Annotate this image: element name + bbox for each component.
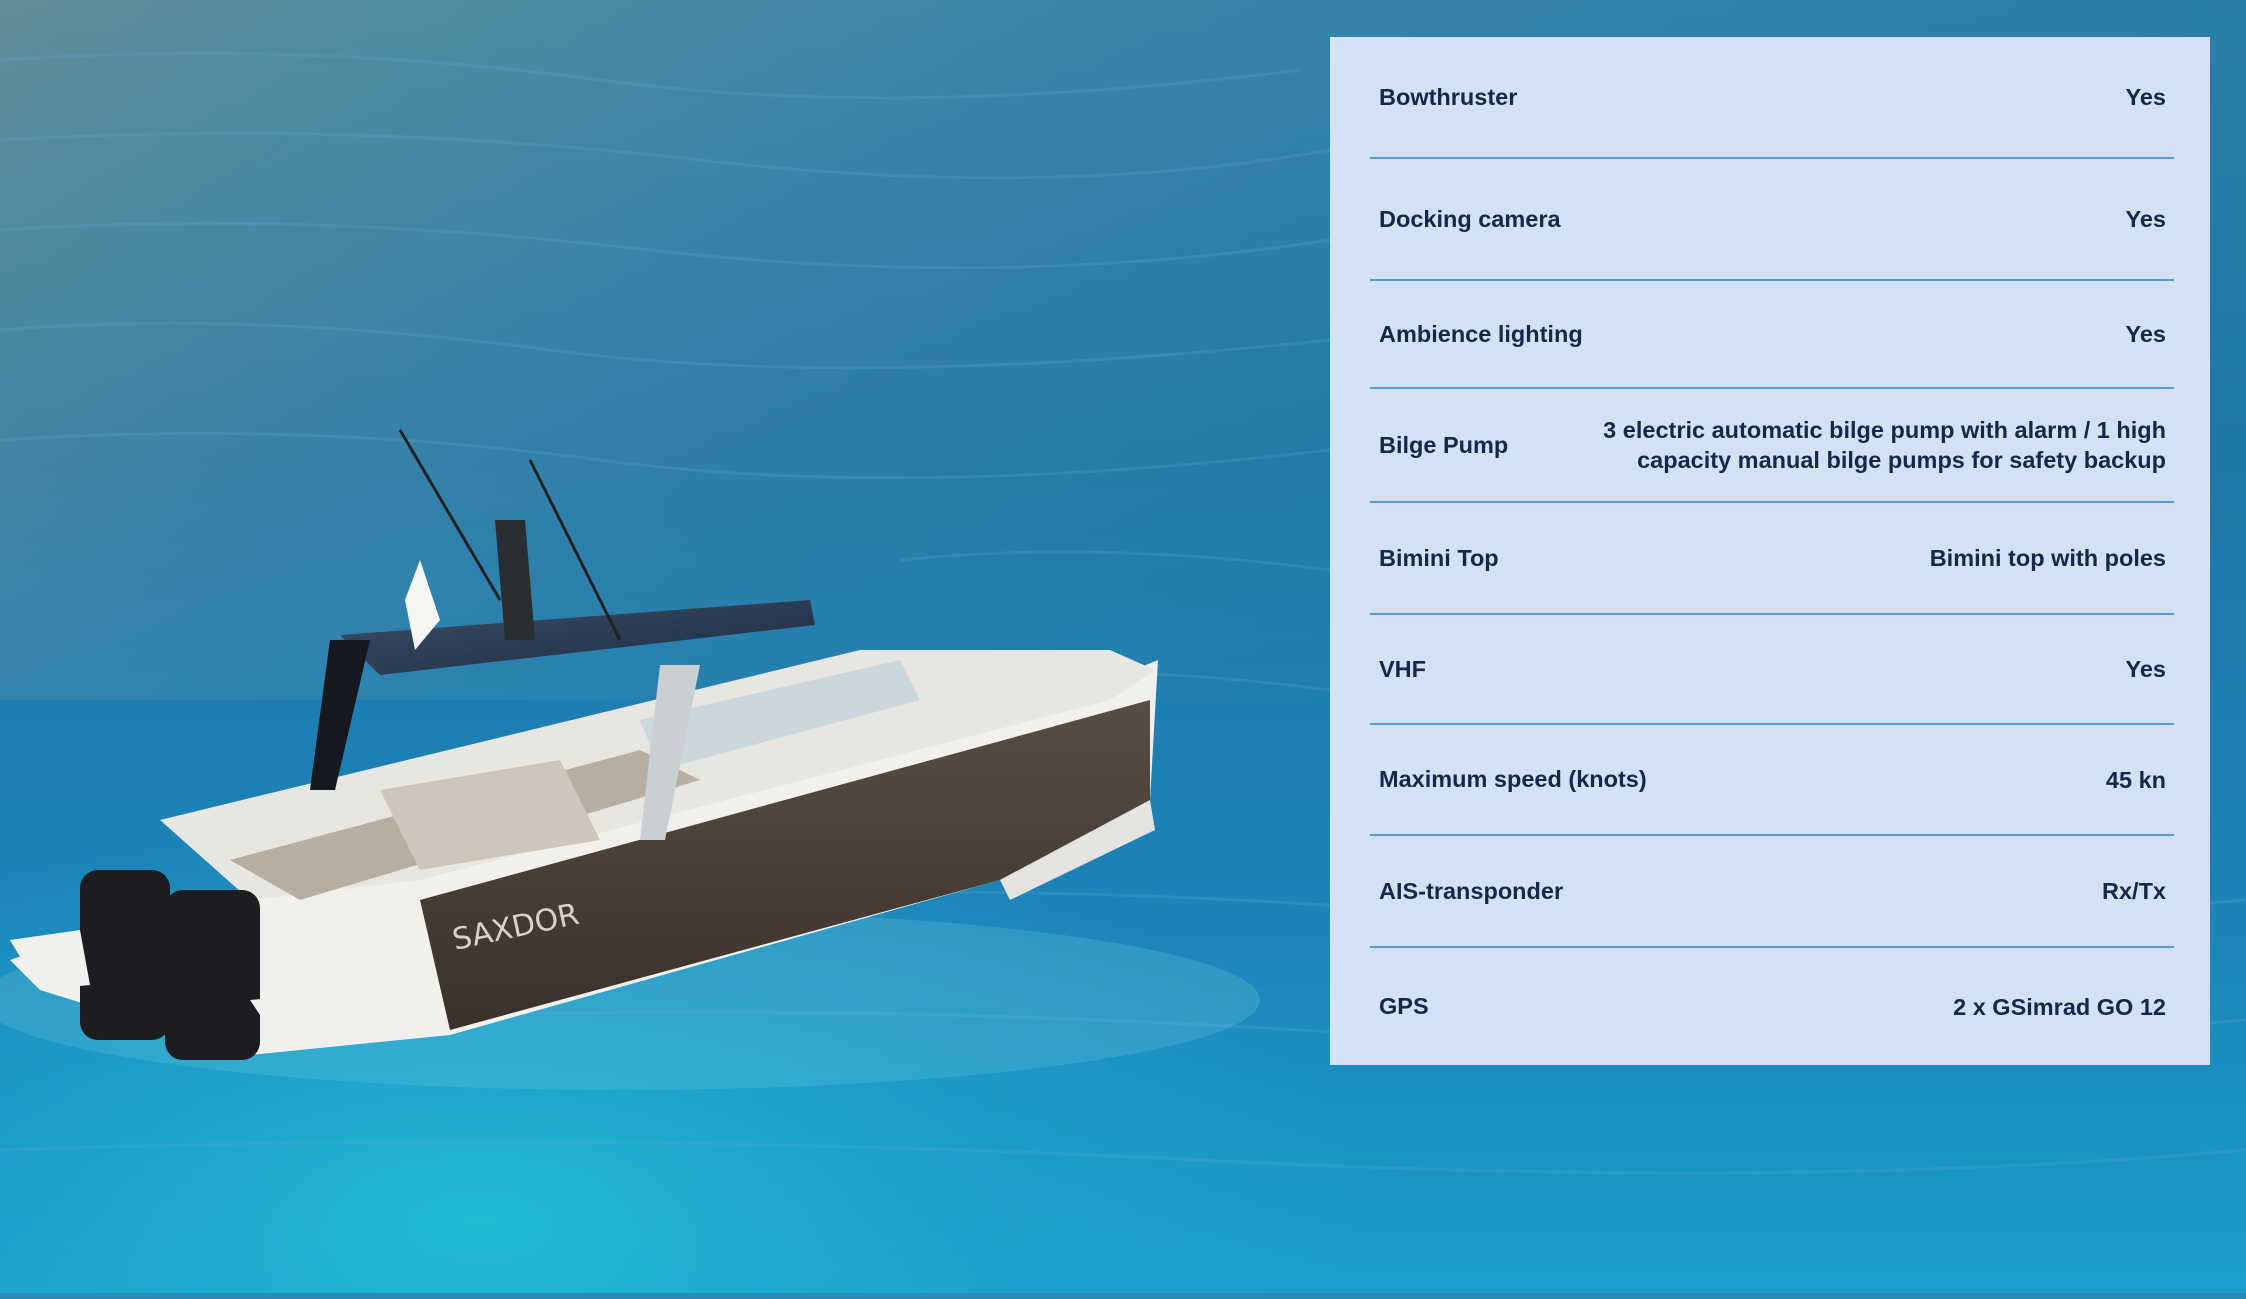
spec-value: Yes <box>2125 84 2166 110</box>
spec-label: Docking camera <box>1379 205 1561 232</box>
spec-row: VHF Yes <box>1370 615 2174 725</box>
spec-label: Maximum speed (knots) <box>1379 766 1647 792</box>
spec-label: Bimini Top <box>1379 544 1499 571</box>
spec-label: AIS-transponder <box>1379 877 1564 904</box>
spec-row: Bowthruster Yes <box>1370 37 2174 159</box>
spec-value: 45 kn <box>2105 766 2166 793</box>
spec-label: Bowthruster <box>1379 83 1518 110</box>
spec-value: Bimini top with poles <box>1929 545 2166 571</box>
spec-row: GPS 2 x GSimrad GO 12 <box>1370 948 2174 1065</box>
bottom-edge-bar <box>0 1293 2246 1299</box>
spec-row: Ambience lighting Yes <box>1370 281 2174 389</box>
spec-row: Maximum speed (knots) 45 kn <box>1370 725 2174 836</box>
spec-label: VHF <box>1379 655 1426 682</box>
spec-value: Yes <box>2125 206 2166 232</box>
spec-value: Yes <box>2125 656 2166 682</box>
spec-label: Ambience lighting <box>1379 320 1583 347</box>
specifications-table: Bowthruster Yes Docking camera Yes Ambience … <box>1330 37 2210 1065</box>
spec-row: Bimini Top Bimini top with poles <box>1370 503 2174 615</box>
spec-label: Bilge Pump <box>1379 431 1509 458</box>
spec-row: AIS-transponder Rx/Tx <box>1370 836 2174 948</box>
spec-value: Rx/Tx <box>2102 878 2166 904</box>
spec-label: GPS <box>1379 993 1429 1019</box>
spec-value: 3 electric automatic bilge pump with ala… <box>1603 417 2166 473</box>
spec-row: Docking camera Yes <box>1370 159 2174 281</box>
spec-value: 2 x GSimrad GO 12 <box>1953 993 2166 1020</box>
spec-row: Bilge Pump 3 electric automatic bilge pum… <box>1370 389 2174 503</box>
spec-value: Yes <box>2125 321 2166 347</box>
